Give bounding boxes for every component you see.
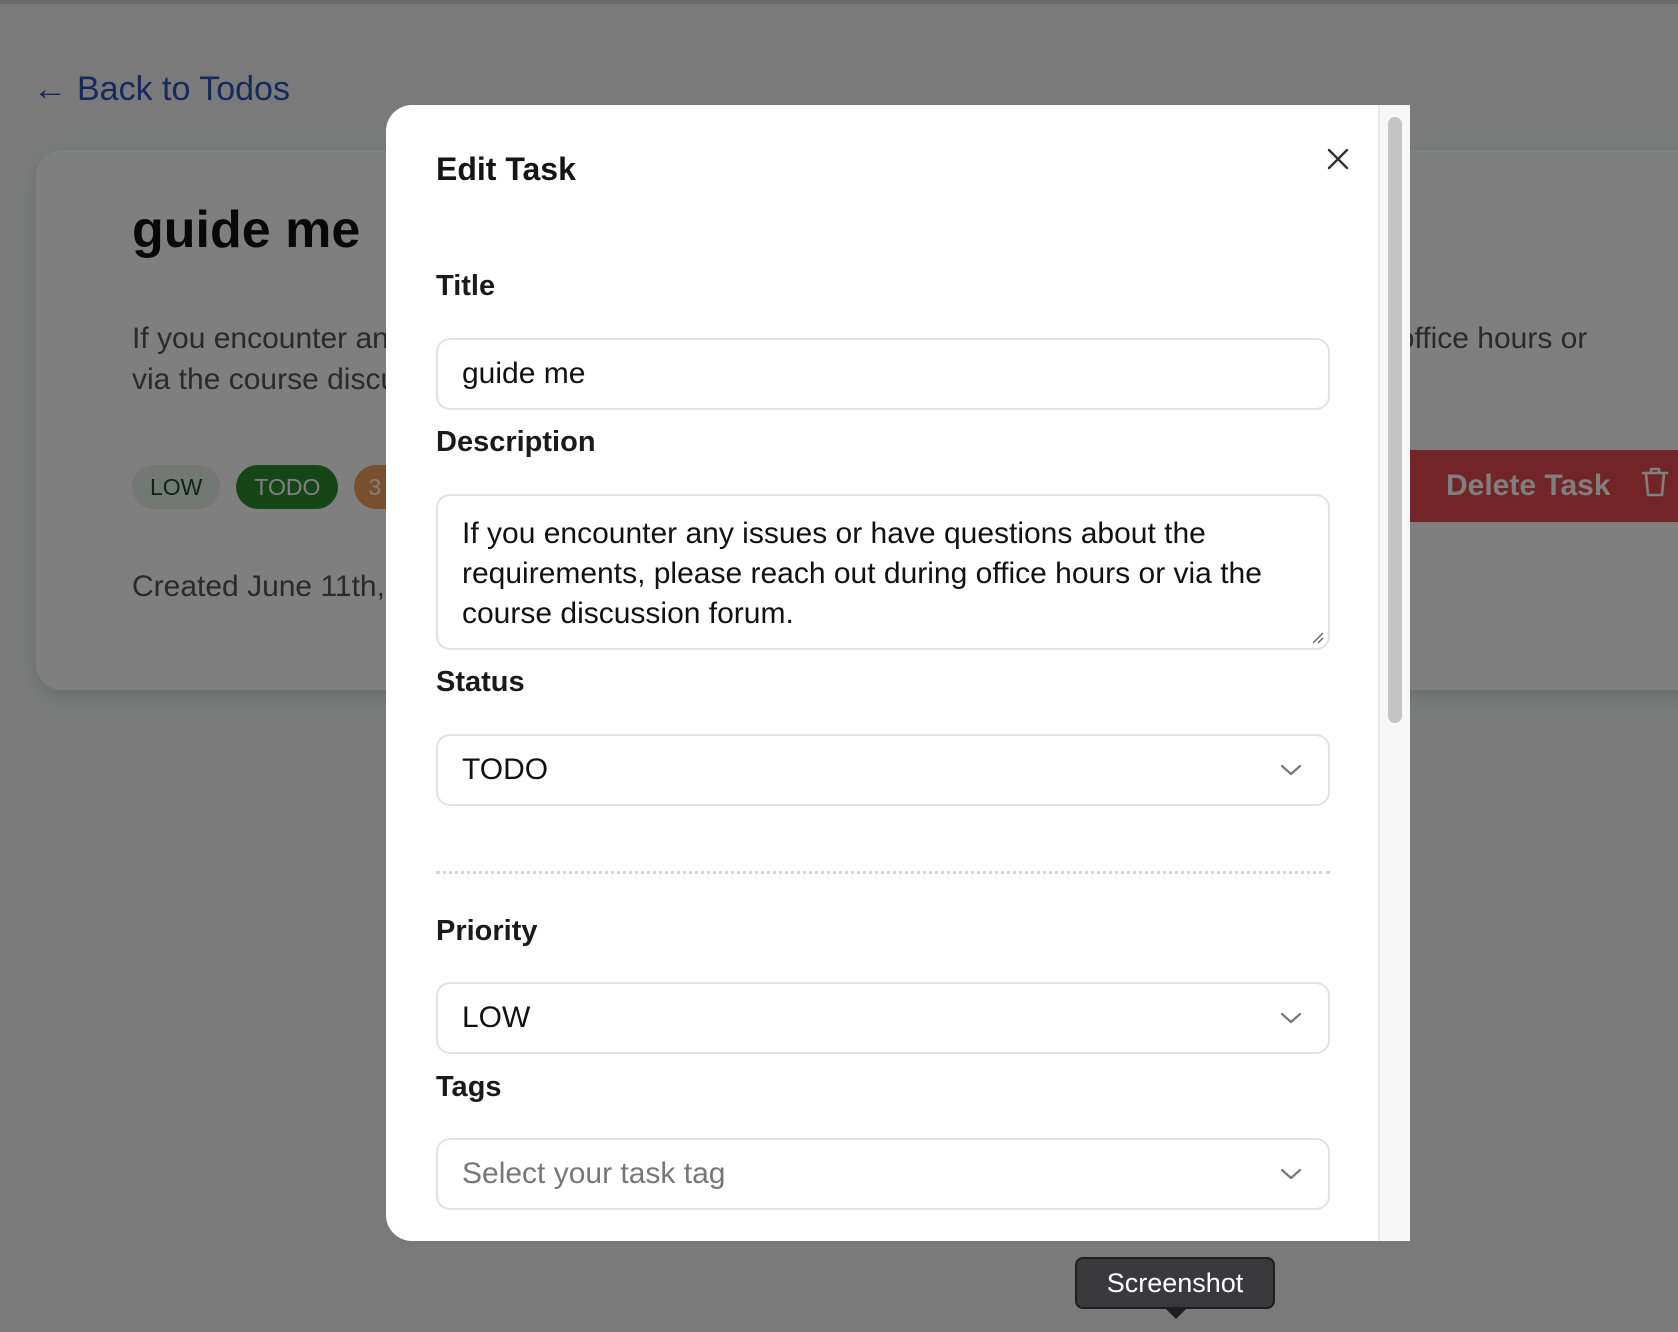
chevron-down-icon xyxy=(1278,757,1304,783)
tags-label: Tags xyxy=(436,1071,502,1103)
section-divider xyxy=(436,871,1330,874)
tags-select-placeholder: Select your task tag xyxy=(462,1157,726,1190)
description-label: Description xyxy=(436,426,596,458)
modal-scrollbar[interactable] xyxy=(1378,105,1410,1241)
priority-label: Priority xyxy=(436,915,538,947)
priority-select-value: LOW xyxy=(462,1001,531,1034)
status-select[interactable]: TODO xyxy=(436,734,1330,806)
priority-select[interactable]: LOW xyxy=(436,982,1330,1054)
scrollbar-thumb[interactable] xyxy=(1388,117,1402,723)
chevron-down-icon xyxy=(1278,1161,1304,1187)
tooltip-pointer xyxy=(1165,1308,1187,1319)
title-input[interactable]: guide me xyxy=(436,338,1330,410)
status-select-value: TODO xyxy=(462,753,549,786)
title-label: Title xyxy=(436,270,496,302)
edit-task-modal: Edit Task Title guide me Description If … xyxy=(386,105,1410,1241)
screenshot-tooltip: Screenshot xyxy=(1075,1257,1275,1319)
tooltip-label: Screenshot xyxy=(1106,1267,1244,1298)
title-input-value: guide me xyxy=(462,357,586,390)
tags-select[interactable]: Select your task tag xyxy=(436,1138,1330,1210)
description-textarea-value: If you encounter any issues or have ques… xyxy=(462,517,1262,630)
chevron-down-icon xyxy=(1278,1005,1304,1031)
close-icon xyxy=(1327,148,1349,170)
close-button[interactable] xyxy=(1316,137,1360,181)
resize-handle-icon[interactable] xyxy=(1310,630,1324,644)
description-textarea[interactable]: If you encounter any issues or have ques… xyxy=(436,494,1330,650)
status-label: Status xyxy=(436,666,525,698)
modal-title: Edit Task xyxy=(436,151,576,187)
